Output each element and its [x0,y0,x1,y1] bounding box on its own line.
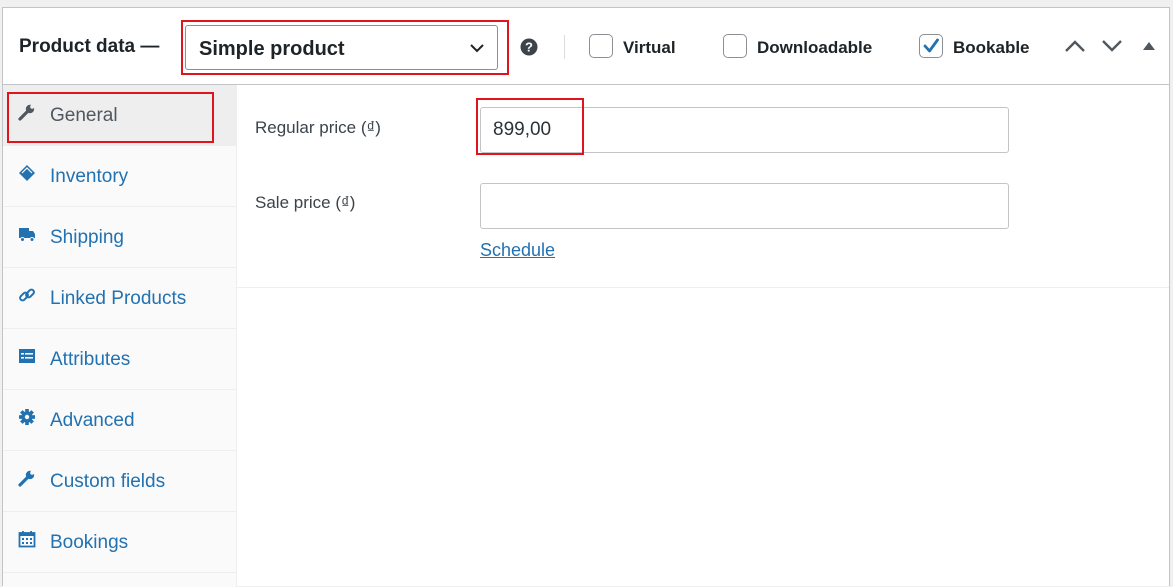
link-icon [19,288,35,302]
header-divider [564,35,565,59]
virtual-label: Virtual [623,38,676,57]
tab-label: Linked Products [50,288,187,309]
sale-price-label: Sale price (₫) [255,193,356,212]
toggle-panel-icon[interactable] [1142,38,1156,54]
bookable-checkbox[interactable] [919,34,943,58]
tab-linked-products[interactable]: Linked Products [3,268,236,329]
product-type-selected: Simple product [199,38,345,60]
tab-attributes[interactable]: Attributes [3,329,236,390]
help-icon[interactable]: ? [520,38,538,56]
gear-icon [19,409,35,425]
tab-label: Inventory [50,166,129,187]
bookable-label: Bookable [953,38,1030,57]
tab-label: Shipping [50,227,124,248]
move-up-icon[interactable] [1064,38,1086,54]
svg-text:?: ? [525,40,533,55]
list-icon [19,349,35,363]
downloadable-checkbox[interactable] [723,34,747,58]
tab-label: Custom fields [50,471,166,492]
downloadable-label: Downloadable [757,38,873,57]
panel-title: Product data — [19,36,160,57]
regular-price-input[interactable] [480,107,1009,153]
move-down-icon[interactable] [1101,38,1123,54]
fields-divider [237,287,1169,288]
product-data-tabs: General Inventory Shipping Linked Produc… [3,85,237,587]
tab-label: Bookings [50,532,129,553]
tab-bookings[interactable]: Bookings [3,512,236,573]
product-data-header: Product data — Simple product ? Virtual … [3,8,1169,85]
calendar-icon [18,531,36,548]
chevron-down-icon [470,44,484,53]
schedule-link[interactable]: Schedule [480,240,555,261]
tab-label: Advanced [50,410,135,431]
tab-label: Attributes [50,349,131,370]
tab-label: General [50,105,118,126]
wrench-icon [18,470,35,487]
tab-shipping[interactable]: Shipping [3,207,236,268]
virtual-checkbox[interactable] [589,34,613,58]
product-type-select[interactable]: Simple product [185,25,498,70]
checkmark-icon [923,38,939,53]
tag-icon [19,165,35,181]
wrench-icon [18,104,35,121]
regular-price-label: Regular price (₫) [255,118,381,137]
truck-icon [19,228,35,242]
product-data-panel: Product data — Simple product ? Virtual … [2,7,1170,587]
sale-price-input[interactable] [480,183,1009,229]
tab-advanced[interactable]: Advanced [3,390,236,451]
tab-custom-fields[interactable]: Custom fields [3,451,236,512]
tab-general[interactable]: General [3,85,236,146]
tab-inventory[interactable]: Inventory [3,146,236,207]
